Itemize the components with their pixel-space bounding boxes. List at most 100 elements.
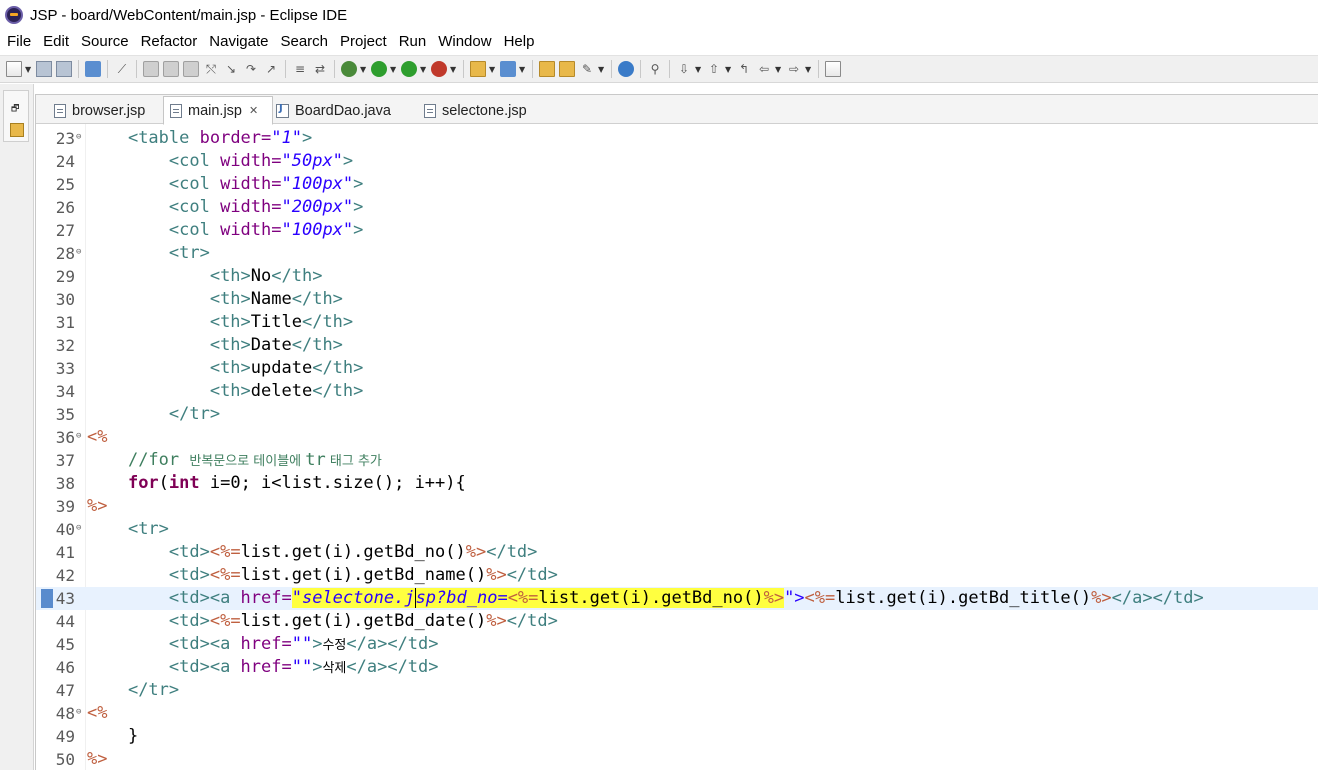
code-line[interactable]: 34 <th>delete</th>	[36, 380, 1318, 403]
menu-window[interactable]: Window	[432, 30, 497, 54]
fold-toggle-icon[interactable]: ⊖	[76, 426, 81, 447]
code-line[interactable]: 37 //for 반복문으로 테이블에 tr 태그 추가	[36, 449, 1318, 472]
code-line[interactable]: 38 for(int i=0; i<list.size(); i++){	[36, 472, 1318, 495]
fold-toggle-icon[interactable]: ⊖	[76, 127, 81, 148]
new-server-dropdown-icon[interactable]: ▼	[519, 65, 527, 74]
debug-dropdown-icon[interactable]: ▼	[360, 65, 368, 74]
next-annotation-dropdown-icon[interactable]: ▼	[695, 65, 703, 74]
menu-navigate[interactable]: Navigate	[203, 30, 274, 54]
previous-annotation-dropdown-icon[interactable]: ▼	[725, 65, 733, 74]
menu-project[interactable]: Project	[334, 30, 393, 54]
code-line[interactable]: 36 ⊖ <%	[36, 426, 1318, 449]
resume-icon[interactable]	[143, 61, 159, 77]
run-icon[interactable]	[371, 61, 387, 77]
tab-boarddao-java[interactable]: BoardDao.java	[276, 97, 391, 124]
code-line[interactable]: 40 ⊖ <tr>	[36, 518, 1318, 541]
code-token: width=	[220, 220, 282, 240]
browser-icon[interactable]	[618, 61, 634, 77]
save-icon[interactable]	[36, 61, 52, 77]
open-perspective-icon[interactable]	[825, 61, 841, 77]
previous-annotation-icon[interactable]: ⇧	[706, 61, 722, 77]
code-editor[interactable]: 23 ⊖ <table border="1"> 24 <col width="50p…	[36, 124, 1318, 770]
code-token: list.get(i).getBd_no()	[240, 542, 466, 562]
new-server-icon[interactable]	[500, 61, 516, 77]
new-dropdown-icon[interactable]: ▼	[25, 65, 33, 74]
terminate-icon[interactable]	[183, 61, 199, 77]
code-text: <tr>	[87, 518, 169, 541]
use-step-filters-icon[interactable]: ≡	[292, 61, 308, 77]
code-line[interactable]: 32 <th>Date</th>	[36, 334, 1318, 357]
menu-refactor[interactable]: Refactor	[135, 30, 204, 54]
code-line[interactable]: 29 <th>No</th>	[36, 265, 1318, 288]
external-tools-dropdown-icon[interactable]: ▼	[450, 65, 458, 74]
forward-dropdown-icon[interactable]: ▼	[805, 65, 813, 74]
code-line[interactable]: 28 ⊖ <tr>	[36, 242, 1318, 265]
tab-browser-jsp[interactable]: browser.jsp	[54, 97, 145, 124]
disconnect-icon[interactable]: ⤲	[203, 61, 219, 77]
new-project-icon[interactable]	[470, 61, 486, 77]
menu-file[interactable]: File	[0, 30, 37, 54]
toolbar-separator	[818, 60, 819, 78]
back-icon[interactable]: ⇦	[756, 61, 772, 77]
fold-toggle-icon[interactable]: ⊖	[76, 242, 81, 263]
code-line[interactable]: 46 <td><a href="">삭제</a></td>	[36, 656, 1318, 679]
save-all-icon[interactable]	[56, 61, 72, 77]
code-token: border=	[199, 128, 272, 148]
open-task-icon[interactable]	[559, 61, 575, 77]
project-explorer-icon[interactable]	[10, 123, 24, 137]
step-into-icon[interactable]: ↘	[223, 61, 239, 77]
tab-main-jsp[interactable]: main.jsp ✕	[163, 96, 273, 125]
fold-toggle-icon[interactable]: ⊖	[76, 518, 81, 539]
code-line[interactable]: 49 }	[36, 725, 1318, 748]
forward-icon[interactable]: ⇨	[786, 61, 802, 77]
coverage-dropdown-icon[interactable]: ▼	[420, 65, 428, 74]
step-over-icon[interactable]: ↷	[243, 61, 259, 77]
code-line[interactable]: 45 <td><a href="">수정</a></td>	[36, 633, 1318, 656]
suspend-icon[interactable]	[163, 61, 179, 77]
code-line[interactable]: 23 ⊖ <table border="1">	[36, 127, 1318, 150]
menu-help[interactable]: Help	[498, 30, 541, 54]
open-type-icon[interactable]	[539, 61, 555, 77]
new-project-dropdown-icon[interactable]: ▼	[489, 65, 497, 74]
step-return-icon[interactable]: ↗	[263, 61, 279, 77]
code-line[interactable]: 30 <th>Name</th>	[36, 288, 1318, 311]
code-line[interactable]: 41 <td><%=list.get(i).getBd_no()%></td>	[36, 541, 1318, 564]
menu-source[interactable]: Source	[75, 30, 135, 54]
code-line[interactable]: 42 <td><%=list.get(i).getBd_name()%></td…	[36, 564, 1318, 587]
debug-icon[interactable]	[341, 61, 357, 77]
code-line[interactable]: 33 <th>update</th>	[36, 357, 1318, 380]
code-line[interactable]: 27 <col width="100px">	[36, 219, 1318, 242]
code-line[interactable]: 31 <th>Title</th>	[36, 311, 1318, 334]
fold-toggle-icon[interactable]: ⊖	[76, 702, 81, 723]
menu-run[interactable]: Run	[393, 30, 433, 54]
code-line[interactable]: 43 <td><a href="selectone.jsp?bd_no=<%=l…	[36, 587, 1318, 610]
menu-search[interactable]: Search	[274, 30, 334, 54]
next-annotation-icon[interactable]: ⇩	[676, 61, 692, 77]
last-edit-location-icon[interactable]: ↰	[736, 61, 752, 77]
code-line[interactable]: 44 <td><%=list.get(i).getBd_date()%></td…	[36, 610, 1318, 633]
tab-selectone-jsp[interactable]: selectone.jsp	[424, 97, 527, 124]
drop-to-frame-icon[interactable]: ⇄	[312, 61, 328, 77]
code-line[interactable]: 39 %>	[36, 495, 1318, 518]
pin-editor-icon[interactable]: ⚲	[647, 61, 663, 77]
restore-icon[interactable]: 🗗	[11, 101, 19, 117]
skip-breakpoints-icon[interactable]: ⟋	[114, 61, 130, 77]
code-token: >	[353, 220, 364, 240]
code-line[interactable]: 25 <col width="100px">	[36, 173, 1318, 196]
back-dropdown-icon[interactable]: ▼	[775, 65, 783, 74]
search-dropdown-icon[interactable]: ▼	[598, 65, 606, 74]
external-tools-icon[interactable]	[431, 61, 447, 77]
close-tab-icon[interactable]: ✕	[249, 104, 258, 117]
code-line[interactable]: 50 %>	[36, 748, 1318, 770]
code-line[interactable]: 24 <col width="50px">	[36, 150, 1318, 173]
code-line[interactable]: 35 </tr>	[36, 403, 1318, 426]
run-dropdown-icon[interactable]: ▼	[390, 65, 398, 74]
code-line[interactable]: 26 <col width="200px">	[36, 196, 1318, 219]
console-icon[interactable]	[85, 61, 101, 77]
menu-edit[interactable]: Edit	[37, 30, 75, 54]
search-icon[interactable]: ✎	[579, 61, 595, 77]
code-line[interactable]: 47 </tr>	[36, 679, 1318, 702]
code-line[interactable]: 48 ⊖ <%	[36, 702, 1318, 725]
coverage-icon[interactable]	[401, 61, 417, 77]
new-icon[interactable]	[6, 61, 22, 77]
